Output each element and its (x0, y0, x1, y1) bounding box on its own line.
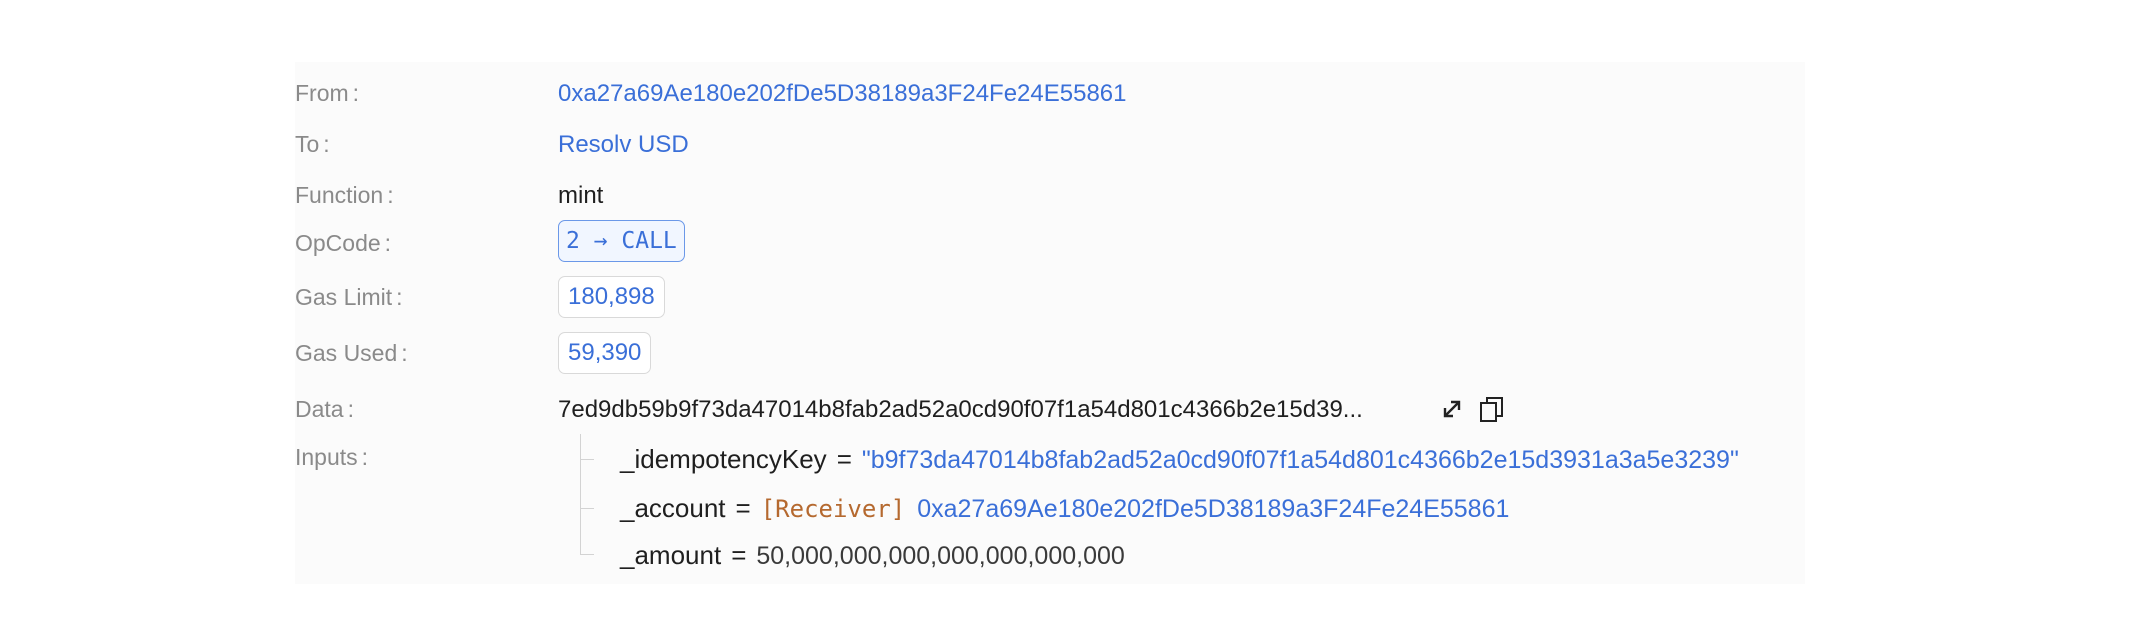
expand-icon[interactable] (1437, 394, 1467, 424)
from-label: From: (295, 80, 360, 106)
to-contract-link[interactable]: Resolv USD (558, 131, 689, 159)
gas-limit-badge: 180,898 (558, 276, 665, 318)
receiver-tag: [Receiver] (760, 495, 906, 523)
gas-used-badge: 59,390 (558, 332, 652, 374)
function-name: mint (558, 182, 604, 209)
tree-branch (580, 459, 594, 460)
param-name: _account (620, 493, 726, 523)
from-address-link[interactable]: 0xa27a69Ae180e202fDe5D38189a3F24Fe24E558… (558, 80, 1127, 108)
param-name: _amount (620, 540, 722, 570)
calldata-value: 7ed9db59b9f73da47014b8fab2ad52a0cd90f07f… (558, 396, 1363, 423)
inputs-label: Inputs: (295, 444, 369, 470)
function-label: Function: (295, 182, 394, 208)
gas-used-label: Gas Used: (295, 340, 408, 366)
opcode-label: OpCode: (295, 230, 392, 256)
copy-icon[interactable] (1477, 394, 1507, 424)
data-label: Data: (295, 396, 354, 422)
to-label: To: (295, 131, 330, 157)
param-value: 50,000,000,000,000,000,000,000 (756, 542, 1125, 570)
param-value: "b9f73da47014b8fab2ad52a0cd90f07f1a54d80… (861, 446, 1739, 474)
param-equals: = (731, 540, 747, 570)
param-name: _idempotencyKey (620, 444, 827, 474)
opcode-badge[interactable]: 2 → CALL (558, 220, 685, 262)
call-details-panel: From: 0xa27a69Ae180e202fDe5D38189a3F24Fe… (295, 62, 1805, 584)
param-equals: = (836, 444, 852, 474)
tree-connector (580, 434, 581, 554)
gas-limit-label: Gas Limit: (295, 284, 403, 310)
tree-branch (580, 554, 594, 555)
input-param-account: _account = [Receiver] 0xa27a69Ae180e202fDe5… (620, 493, 1509, 524)
input-param-idempotency-key: _idempotencyKey = "b9f73da47014b8fab2ad52a… (620, 444, 1739, 475)
input-param-amount: _amount = 50,000,000,000,000,000,000,000 (620, 540, 1125, 571)
account-address-link[interactable]: 0xa27a69Ae180e202fDe5D38189a3F24Fe24E558… (917, 495, 1509, 523)
tree-branch (580, 508, 594, 509)
param-equals: = (735, 493, 751, 523)
